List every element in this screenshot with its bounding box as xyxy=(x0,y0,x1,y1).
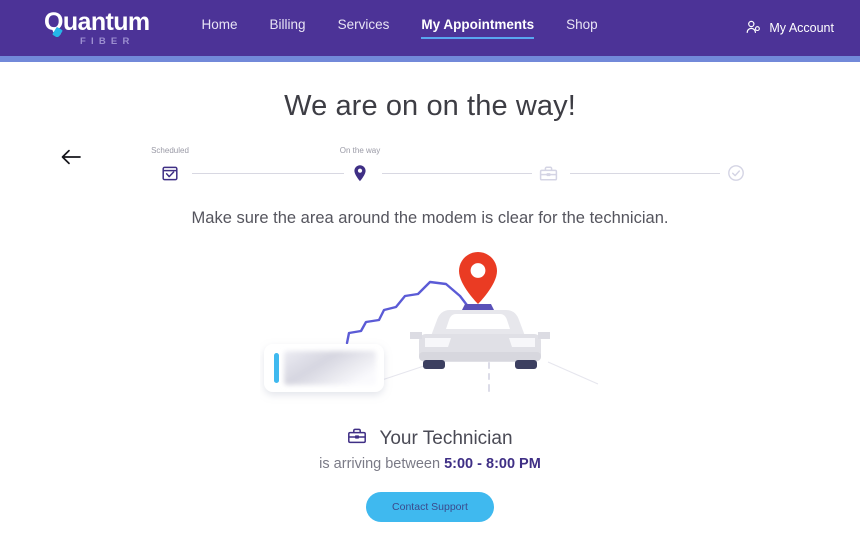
stepper-track-3 xyxy=(570,173,720,174)
stepper-label-scheduled: Scheduled xyxy=(151,146,189,155)
stepper-track-1 xyxy=(192,173,344,174)
nav-link-shop[interactable]: Shop xyxy=(566,17,598,39)
stepper-track-2 xyxy=(382,173,532,174)
my-account-label: My Account xyxy=(769,21,834,35)
check-circle-icon xyxy=(726,163,746,183)
nav-link-home[interactable]: Home xyxy=(202,17,238,39)
user-person-icon xyxy=(745,19,761,38)
appointment-progress-stepper: Scheduled On the way xyxy=(130,145,744,191)
primary-nav-links: Home Billing Services My Appointments Sh… xyxy=(202,17,598,39)
arrival-time-value: 5:00 - 8:00 PM xyxy=(444,456,541,472)
back-arrow-icon[interactable] xyxy=(58,144,84,170)
stepper-step-on-the-way[interactable]: On the way xyxy=(340,146,380,183)
technician-arrival-window: is arriving between 5:00 - 8:00 PM xyxy=(0,456,860,472)
page-content: We are on on the way! Scheduled On the w… xyxy=(0,62,860,522)
technician-van-on-route-illustration xyxy=(260,250,600,405)
nav-link-my-appointments[interactable]: My Appointments xyxy=(421,17,535,39)
stepper-step-scheduled[interactable]: Scheduled xyxy=(151,146,189,183)
toolbox-icon xyxy=(538,163,558,183)
stepper-step-technician-working[interactable] xyxy=(530,163,566,183)
nav-link-billing[interactable]: Billing xyxy=(270,17,306,39)
brand-logo[interactable]: Quantum FIBER xyxy=(44,9,150,47)
calendar-check-icon xyxy=(160,163,180,183)
stepper-step-complete[interactable] xyxy=(718,163,754,183)
page-title: We are on on the way! xyxy=(284,90,576,122)
technician-heading-row: Your Technician xyxy=(0,427,860,450)
map-pin-icon xyxy=(350,163,370,183)
stepper-label-on-the-way: On the way xyxy=(339,146,381,155)
top-navigation-bar: Quantum FIBER Home Billing Services My A… xyxy=(0,0,860,56)
nav-link-services[interactable]: Services xyxy=(338,17,390,39)
contact-support-button[interactable]: Contact Support xyxy=(366,492,494,522)
support-button-container: Contact Support xyxy=(0,492,860,522)
page-subtitle: Make sure the area around the modem is c… xyxy=(191,209,669,227)
toolbox-icon xyxy=(347,427,367,450)
technician-info-block: Your Technician is arriving between 5:00… xyxy=(0,427,860,473)
arrival-prefix-text: is arriving between xyxy=(319,456,445,472)
brand-logo-subtext: FIBER xyxy=(80,35,135,47)
technician-heading: Your Technician xyxy=(379,427,513,449)
my-account-button[interactable]: My Account xyxy=(745,19,834,38)
